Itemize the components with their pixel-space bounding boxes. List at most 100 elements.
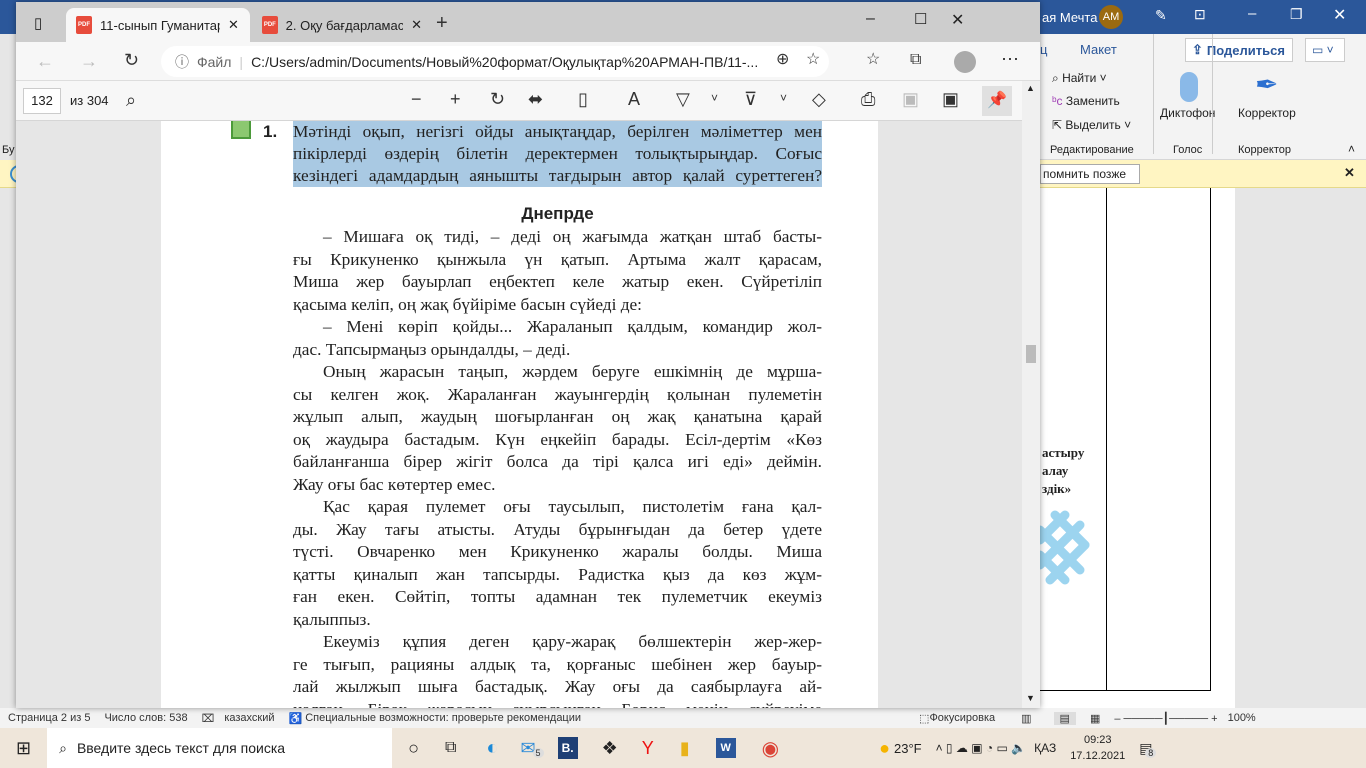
forward-icon[interactable]: → [80,52,98,70]
restore-button[interactable]: ❐ [1290,6,1303,23]
story-line: ге тығып, рацияны алдық та, қорғаныс шеб… [293,654,822,674]
notification-count: 8 [1145,747,1157,758]
search-icon[interactable]: ⌕ [126,91,136,109]
editor-button[interactable]: Корректор [1238,106,1296,120]
ribbon-display-icon[interactable]: ⊡ [1194,6,1206,23]
spellcheck-icon[interactable]: ⌧ [202,712,215,725]
new-tab-button[interactable]: + [436,12,448,35]
input-language[interactable]: ҚАЗ [1034,741,1056,755]
weather-temp[interactable]: 23°F [894,741,922,756]
focus-button[interactable]: Фокусировка [929,712,995,724]
print-icon[interactable]: ⎙ [861,90,875,108]
word-count[interactable]: Число слов: 538 [104,712,187,724]
word-app-icon[interactable]: W [715,738,736,758]
story-line: ған екен. Сөйтіп, топты адамнан тек пуле… [293,587,822,606]
pin-toolbar-icon[interactable]: 📌 [982,86,1012,116]
scroll-up-icon[interactable]: ▲ [1026,83,1035,93]
address-bar[interactable]: ⓘ Файл | C:/Users/admin/Documents/Новый%… [161,46,829,77]
close-message-icon[interactable]: ✕ [1344,165,1355,181]
close-tab-icon[interactable]: ✕ [228,17,239,33]
tab-layout[interactable]: Макет [1080,42,1117,57]
page-total: из 304 [70,93,109,108]
zoom-level[interactable]: 100% [1228,712,1256,724]
tab-textbook[interactable]: PDF 11-сынып Гуманитар қазақ тілі ✕ [66,8,250,42]
dropbox-icon[interactable]: ❖ [602,738,618,759]
more-menu-icon[interactable]: ⋯ [1001,50,1019,68]
eraser-icon[interactable]: ◇ [812,90,826,108]
maximize-button[interactable]: ☐ [914,10,927,28]
close-button[interactable]: ✕ [1333,5,1346,25]
edge-browser-window: ▯ PDF 11-сынып Гуманитар қазақ тілі ✕ PD… [16,2,1040,708]
tray-icons[interactable]: ˄ ▯ ☁ ▣ ◔ ▭ 🔈 [936,741,1026,755]
save-icon[interactable]: ▣ [902,90,919,108]
zoom-slider[interactable]: – ─────┃───── + [1114,712,1217,725]
focus-icon: ⬚ [919,712,930,725]
scroll-down-icon[interactable]: ▼ [1026,693,1035,703]
scrollbar-thumb[interactable] [1026,345,1036,363]
idea-icon[interactable]: ✎ [1155,7,1167,24]
scrollbar[interactable]: ▲ ▼ [1022,81,1040,708]
add-favorite-icon[interactable]: ☆ [806,52,820,68]
highlight-icon[interactable]: ⊽ [744,90,757,108]
story-line: қатты қиналып жан тапсырды. Радистка қыз… [293,564,822,584]
refresh-icon[interactable]: ↻ [124,51,139,69]
zoom-in-icon[interactable]: + [450,90,461,108]
back-icon[interactable]: ← [36,52,54,70]
task-book-icon [231,121,251,139]
share-button[interactable]: ⇪ Поделиться [1185,38,1293,62]
story-heading: Днепрде [521,204,594,223]
remind-later-button[interactable]: помнить позже [1040,164,1140,184]
file-explorer-icon[interactable]: ▮ [680,738,690,759]
accessibility-status[interactable]: Специальные возможности: проверьте реком… [305,712,581,724]
close-window-button[interactable]: ✕ [951,10,964,30]
mail-app-icon[interactable]: ✉ 5 [521,738,544,759]
minimize-button[interactable]: – [1248,5,1256,22]
yandex-icon[interactable]: Y [642,738,654,759]
highlight-dropdown-icon[interactable]: ˅ [780,92,787,104]
profile-avatar[interactable] [954,51,976,73]
page-number-input[interactable]: 132 [23,88,61,114]
zoom-icon[interactable]: ⊕ [776,52,789,68]
microphone-icon[interactable] [1180,72,1198,102]
clock[interactable]: 09:23 17.12.2021 [1070,732,1125,764]
search-box[interactable]: ⌕ Введите здесь текст для поиска [47,728,393,768]
tab-actions-icon[interactable]: ▯ [34,14,42,32]
comments-button[interactable]: ▭ ˅ [1305,38,1345,62]
page-view-icon[interactable]: ▯ [578,90,588,108]
find-button[interactable]: ⌕ Найти ˅ [1052,71,1107,86]
draw-dropdown-icon[interactable]: ˅ [711,92,718,104]
save-as-icon[interactable]: ▣ [942,90,959,108]
chrome-icon[interactable]: ◉ [762,736,779,761]
replace-button[interactable]: ᵇc Заменить [1052,94,1120,108]
collections-icon[interactable]: ⧉ [910,52,921,68]
notifications-icon[interactable]: ▤ 8 [1139,740,1157,758]
web-layout-icon[interactable]: ▦ [1090,712,1100,725]
select-button[interactable]: ⇱ Выделить ˅ [1052,118,1131,132]
rotate-icon[interactable]: ↻ [490,90,505,108]
start-button[interactable]: ⊞ [16,738,31,759]
draw-icon[interactable]: ▽ [676,90,690,108]
favorites-icon[interactable]: ☆ [866,52,880,68]
edge-app-icon[interactable]: ◐ [486,737,498,760]
tab-curriculum[interactable]: PDF 2. Оқу бағдарламасы_ Қазақ тіл ✕ [252,8,432,42]
print-layout-icon[interactable]: ▤ [1053,711,1076,725]
cortana-icon[interactable]: ○ [408,738,419,759]
minimize-button[interactable]: – [866,10,875,28]
page-count[interactable]: Страница 2 из 5 [8,712,90,724]
fit-width-icon[interactable]: ⬌ [528,90,543,108]
collapse-ribbon-icon[interactable]: ˄ [1348,142,1355,156]
language-indicator[interactable]: казахский [224,712,274,724]
close-tab-icon[interactable]: ✕ [411,17,422,33]
task-view-icon[interactable]: ⧉ [445,739,456,757]
b-app-icon[interactable]: B. [557,737,578,759]
zoom-out-icon[interactable]: − [411,90,422,108]
pdf-icon: PDF [262,16,278,34]
dictate-button[interactable]: Диктофон [1160,106,1215,120]
read-mode-icon[interactable]: ▥ [1021,712,1031,725]
story-line: сы келген жоқ. Жараланған жауынгердің қо… [293,384,822,404]
read-aloud-icon[interactable]: A [628,90,640,108]
editor-pen-icon[interactable]: ✒ [1255,68,1278,101]
account-avatar[interactable]: AM [1099,5,1123,29]
tab-fragment[interactable]: ц [1040,42,1047,57]
group-editor-label: Корректор [1238,144,1291,156]
